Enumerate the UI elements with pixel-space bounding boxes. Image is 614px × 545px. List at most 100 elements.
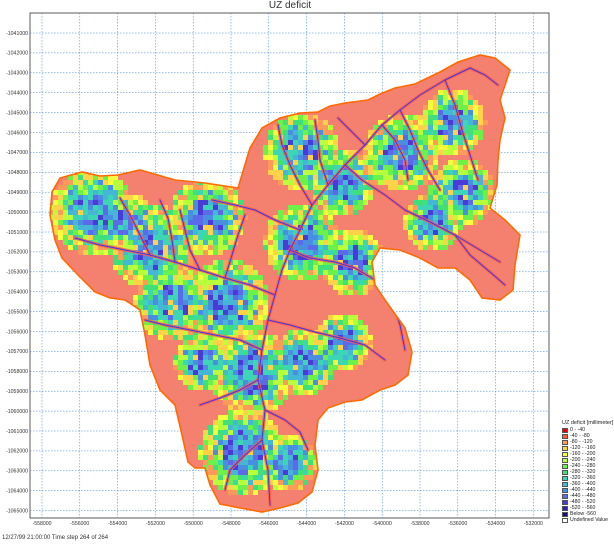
deficit-cell (323, 120, 328, 125)
deficit-cell (418, 220, 423, 225)
deficit-cell (243, 465, 248, 470)
deficit-cell (238, 485, 243, 490)
deficit-cell (463, 195, 468, 200)
deficit-cell (178, 350, 183, 355)
deficit-cell (283, 120, 288, 125)
deficit-cell (443, 175, 448, 180)
deficit-cell (218, 245, 223, 250)
deficit-cell (208, 205, 213, 210)
deficit-cell (208, 380, 213, 385)
deficit-cell (258, 485, 263, 490)
deficit-cell (173, 230, 178, 235)
deficit-cell (363, 160, 368, 165)
deficit-cell (373, 155, 378, 160)
deficit-cell (343, 155, 348, 160)
deficit-cell (468, 180, 473, 185)
deficit-cell (228, 360, 233, 365)
deficit-cell (218, 350, 223, 355)
legend-swatch (562, 511, 568, 517)
deficit-cell (463, 180, 468, 185)
deficit-cell (413, 230, 418, 235)
deficit-cell (213, 320, 218, 325)
deficit-cell (238, 400, 243, 405)
deficit-cell (368, 280, 373, 285)
deficit-cell (198, 290, 203, 295)
deficit-cell (248, 305, 253, 310)
deficit-cell (198, 385, 203, 390)
deficit-cell (353, 230, 358, 235)
deficit-cell (458, 160, 463, 165)
deficit-cell (333, 165, 338, 170)
deficit-cell (193, 210, 198, 215)
deficit-cell (393, 180, 398, 185)
deficit-cell (88, 215, 93, 220)
deficit-cell (428, 190, 433, 195)
deficit-cell (433, 165, 438, 170)
deficit-cell (188, 345, 193, 350)
deficit-cell (403, 135, 408, 140)
deficit-cell (208, 215, 213, 220)
deficit-cell (228, 455, 233, 460)
deficit-cell (328, 350, 333, 355)
deficit-cell (113, 265, 118, 270)
deficit-cell (323, 380, 328, 385)
deficit-cell (298, 135, 303, 140)
deficit-cell (68, 240, 73, 245)
deficit-cell (313, 160, 318, 165)
deficit-cell (223, 380, 228, 385)
deficit-cell (368, 245, 373, 250)
deficit-cell (213, 445, 218, 450)
deficit-cell (198, 185, 203, 190)
deficit-cell (303, 205, 308, 210)
deficit-cell (128, 240, 133, 245)
deficit-cell (253, 455, 258, 460)
deficit-cell (193, 200, 198, 205)
deficit-cell (443, 245, 448, 250)
deficit-cell (468, 125, 473, 130)
deficit-cell (193, 375, 198, 380)
deficit-cell (63, 185, 68, 190)
deficit-cell (78, 180, 83, 185)
deficit-cell (238, 470, 243, 475)
deficit-cell (413, 120, 418, 125)
deficit-cell (303, 275, 308, 280)
deficit-cell (313, 150, 318, 155)
deficit-cell (238, 445, 243, 450)
deficit-cell (273, 250, 278, 255)
deficit-cell (228, 290, 233, 295)
deficit-cell (228, 330, 233, 335)
deficit-cell (283, 365, 288, 370)
deficit-cell (173, 365, 178, 370)
deficit-cell (228, 410, 233, 415)
deficit-cell (233, 350, 238, 355)
deficit-cell (173, 310, 178, 315)
deficit-cell (483, 120, 488, 125)
deficit-cell (438, 205, 443, 210)
deficit-cell (188, 225, 193, 230)
deficit-cell (448, 175, 453, 180)
deficit-cell (328, 360, 333, 365)
deficit-cell (253, 355, 258, 360)
deficit-cell (478, 165, 483, 170)
deficit-cell (293, 380, 298, 385)
deficit-cell (213, 240, 218, 245)
deficit-cell (233, 220, 238, 225)
deficit-cell (323, 225, 328, 230)
deficit-cell (238, 475, 243, 480)
deficit-cell (153, 235, 158, 240)
deficit-cell (438, 170, 443, 175)
deficit-cell (238, 380, 243, 385)
deficit-cell (413, 130, 418, 135)
deficit-cell (198, 230, 203, 235)
deficit-cell (203, 215, 208, 220)
deficit-cell (143, 295, 148, 300)
deficit-cell (238, 330, 243, 335)
deficit-cell (213, 220, 218, 225)
x-tick-label: -548000 (221, 521, 240, 527)
deficit-cell (418, 140, 423, 145)
deficit-cell (338, 185, 343, 190)
deficit-cell (253, 310, 258, 315)
deficit-cell (418, 125, 423, 130)
deficit-cell (318, 245, 323, 250)
deficit-cell (308, 150, 313, 155)
